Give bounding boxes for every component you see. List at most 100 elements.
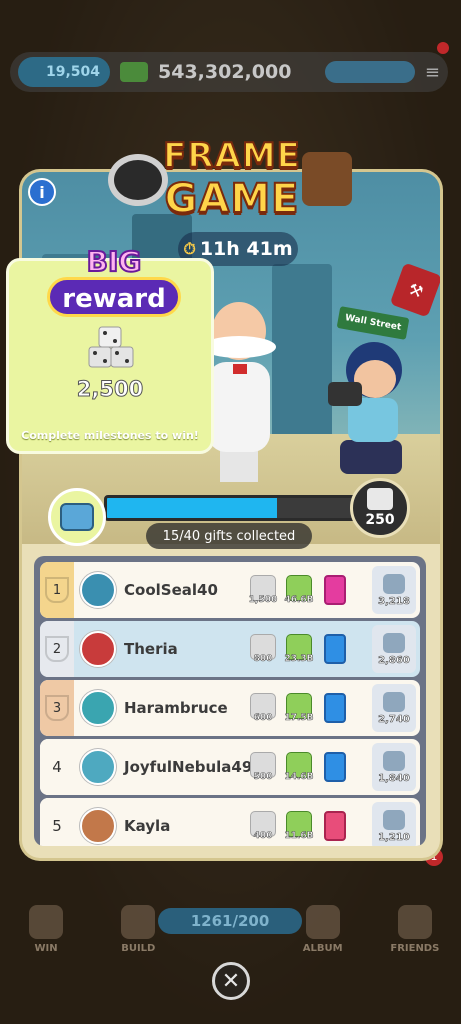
leaderboard-row[interactable]: 1 CoolSeal40 1,500 46.6B 3,218 bbox=[40, 562, 420, 618]
leaderboard-row[interactable]: 4 JoyfulNebula49 500 14.6B 1,840 bbox=[40, 739, 420, 795]
progress-start-badge bbox=[48, 488, 106, 546]
leaderboard-row[interactable]: 2 Theria 800 23.3B 2,860 bbox=[40, 621, 420, 677]
prize-cash: 14.6B bbox=[282, 752, 316, 782]
points-value: 1,210 bbox=[378, 831, 410, 843]
rank-number: 1 bbox=[52, 582, 62, 598]
camera-icon bbox=[328, 382, 362, 406]
avatar bbox=[80, 631, 116, 667]
rank-badge: 1 bbox=[40, 562, 74, 618]
dice-icon bbox=[367, 488, 393, 510]
big-reward-logo-top: BIG bbox=[86, 244, 143, 279]
prize-cash-value: 46.6B bbox=[284, 595, 314, 606]
leaderboard-row[interactable]: 5 Kayla 400 11.6B 1,210 bbox=[40, 798, 420, 846]
next-milestone-reward[interactable]: 250 bbox=[350, 478, 410, 538]
big-reward-logo-bottom: reward bbox=[47, 277, 181, 317]
shop-button bbox=[324, 61, 415, 83]
camera-points-icon bbox=[383, 809, 405, 830]
player-name: JoyfulNebula49 bbox=[124, 758, 253, 776]
prize-dice-value: 600 bbox=[253, 713, 273, 724]
sticker-pack-icon bbox=[324, 575, 346, 605]
big-reward-note: Complete milestones to win! bbox=[21, 429, 199, 442]
player-name: CoolSeal40 bbox=[124, 581, 218, 599]
sticker-pack-icon bbox=[324, 693, 346, 723]
sticker-pack-icon bbox=[324, 752, 346, 782]
menu-icon: ≡ bbox=[424, 61, 440, 83]
prize-sticker bbox=[318, 752, 352, 782]
camera-gift-icon bbox=[60, 503, 94, 531]
timer-text: 11h 41m bbox=[199, 238, 293, 260]
prize-sticker bbox=[318, 575, 352, 605]
prize-dice-value: 500 bbox=[253, 772, 273, 783]
camera-points-icon bbox=[383, 632, 405, 653]
trophy-icon: 2 bbox=[45, 636, 69, 662]
camera-points-icon bbox=[383, 750, 405, 771]
prize-cash: 11.6B bbox=[282, 811, 316, 841]
prize-cash-value: 23.3B bbox=[284, 654, 314, 665]
sticker-pack-icon bbox=[324, 811, 346, 841]
nav-friends-label: FRIENDS bbox=[390, 943, 440, 954]
character-legs bbox=[220, 448, 258, 482]
prize-cash-value: 14.6B bbox=[284, 772, 314, 783]
nav-win: WIN bbox=[11, 905, 81, 954]
gift-progress-label: 15/40 gifts collected bbox=[146, 523, 312, 549]
player-name: Kayla bbox=[124, 817, 171, 835]
leaderboard[interactable]: 1 CoolSeal40 1,500 46.6B 3,218 2 Theria … bbox=[34, 556, 426, 846]
rank-badge: 2 bbox=[40, 621, 74, 677]
nav-win-label: WIN bbox=[34, 943, 58, 954]
points-value: 2,740 bbox=[378, 713, 410, 725]
rank-number: 4 bbox=[52, 758, 62, 776]
prize-dice: 400 bbox=[246, 811, 280, 841]
sticker-pack-icon bbox=[324, 634, 346, 664]
avatar bbox=[80, 690, 116, 726]
rank-badge: 4 bbox=[40, 739, 74, 795]
rank-badge: 5 bbox=[40, 798, 74, 846]
prize-sticker bbox=[318, 634, 352, 664]
prize-dice-value: 1,500 bbox=[248, 595, 278, 606]
bowtie-icon bbox=[233, 364, 247, 374]
avatar bbox=[80, 572, 116, 608]
nav-album-label: ALBUM bbox=[302, 943, 343, 954]
gift-progress-bar bbox=[104, 495, 368, 521]
player-name: Theria bbox=[124, 640, 178, 658]
points-badge: 1,840 bbox=[372, 743, 416, 791]
prize-dice: 500 bbox=[246, 752, 280, 782]
prize-sticker bbox=[318, 693, 352, 723]
prize-sticker bbox=[318, 811, 352, 841]
prize-cash-value: 17.5B bbox=[284, 713, 314, 724]
prize-dice: 600 bbox=[246, 693, 280, 723]
event-title-line1: FRAME bbox=[162, 135, 301, 177]
rank-number: 5 bbox=[52, 817, 62, 835]
big-reward-card[interactable]: BIG reward 2,500 Complete milestones to … bbox=[6, 244, 214, 454]
cash-icon bbox=[120, 62, 148, 82]
points-value: 2,860 bbox=[378, 654, 410, 666]
album-icon bbox=[305, 905, 340, 939]
points-badge: 2,740 bbox=[372, 684, 416, 732]
event-title-logo: FRAME GAME bbox=[108, 132, 352, 232]
close-button[interactable]: ✕ bbox=[212, 962, 250, 1000]
photographer-character bbox=[322, 342, 412, 482]
win-icon bbox=[29, 905, 64, 939]
trophy-icon: 3 bbox=[45, 695, 69, 721]
points-value: 3,218 bbox=[378, 595, 410, 607]
character-body bbox=[208, 362, 270, 452]
points-badge: 1,210 bbox=[372, 802, 416, 846]
cash-amount: 543,302,000 bbox=[158, 61, 292, 83]
big-reward-logo: BIG reward bbox=[43, 239, 185, 325]
friends-icon bbox=[397, 905, 432, 939]
gift-progress-fill bbox=[107, 498, 278, 518]
dice-counter: 19,504 bbox=[18, 57, 110, 87]
hammer-icon bbox=[121, 905, 156, 939]
dice-stack-icon bbox=[88, 326, 134, 368]
leaderboard-row[interactable]: 3 Harambruce 600 17.5B 2,740 bbox=[40, 680, 420, 736]
prize-dice: 1,500 bbox=[246, 575, 280, 605]
prize-cash: 46.6B bbox=[282, 575, 316, 605]
event-title-line2: GAME bbox=[164, 175, 300, 223]
board-progress-pill: 1261/200 bbox=[158, 908, 302, 934]
info-button[interactable]: i bbox=[28, 178, 56, 206]
prize-cash: 23.3B bbox=[282, 634, 316, 664]
avatar bbox=[80, 749, 116, 785]
trophy-icon: 1 bbox=[45, 577, 69, 603]
camera-points-icon bbox=[383, 573, 405, 594]
prize-dice-value: 800 bbox=[253, 654, 273, 665]
nav-build-label: BUILD bbox=[121, 943, 156, 954]
